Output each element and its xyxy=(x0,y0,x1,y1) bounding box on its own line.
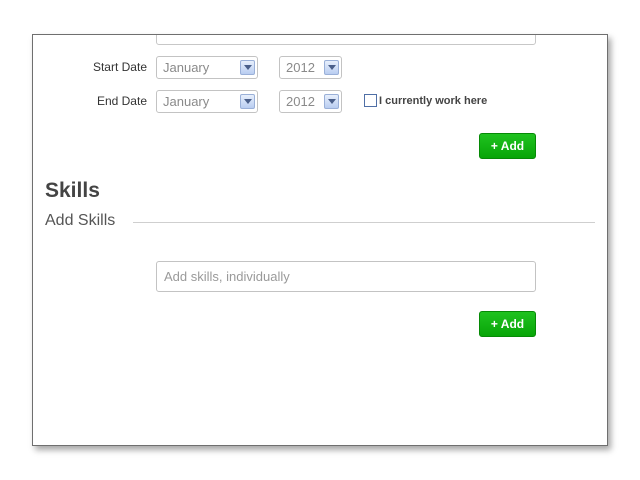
start-date-label: Start Date xyxy=(92,60,147,74)
currently-work-here-checkbox[interactable] xyxy=(364,94,377,107)
end-date-label: End Date xyxy=(96,94,147,108)
start-year-value: 2012 xyxy=(286,60,315,75)
start-month-value: January xyxy=(163,60,210,75)
chevron-down-icon xyxy=(240,94,255,109)
chevron-down-icon xyxy=(324,94,339,109)
skills-input[interactable]: Add skills, individually xyxy=(156,261,536,292)
skills-input-placeholder: Add skills, individually xyxy=(164,269,290,284)
end-month-value: January xyxy=(163,94,210,109)
currently-work-here-label[interactable]: I currently work here xyxy=(379,95,487,107)
start-month-select[interactable]: January xyxy=(156,56,258,79)
start-year-select[interactable]: 2012 xyxy=(279,56,342,79)
form-panel: Start Date January 2012 End Date January… xyxy=(32,34,608,446)
add-skill-button[interactable]: + Add xyxy=(479,311,536,337)
chevron-down-icon xyxy=(324,60,339,75)
end-year-value: 2012 xyxy=(286,94,315,109)
end-year-select[interactable]: 2012 xyxy=(279,90,342,113)
chevron-down-icon xyxy=(240,60,255,75)
previous-text-field[interactable] xyxy=(156,35,536,45)
skills-section-title: Skills xyxy=(45,179,100,202)
end-month-select[interactable]: January xyxy=(156,90,258,113)
add-skills-subtitle: Add Skills xyxy=(45,212,116,229)
section-divider xyxy=(133,222,595,223)
add-experience-button[interactable]: + Add xyxy=(479,133,536,159)
